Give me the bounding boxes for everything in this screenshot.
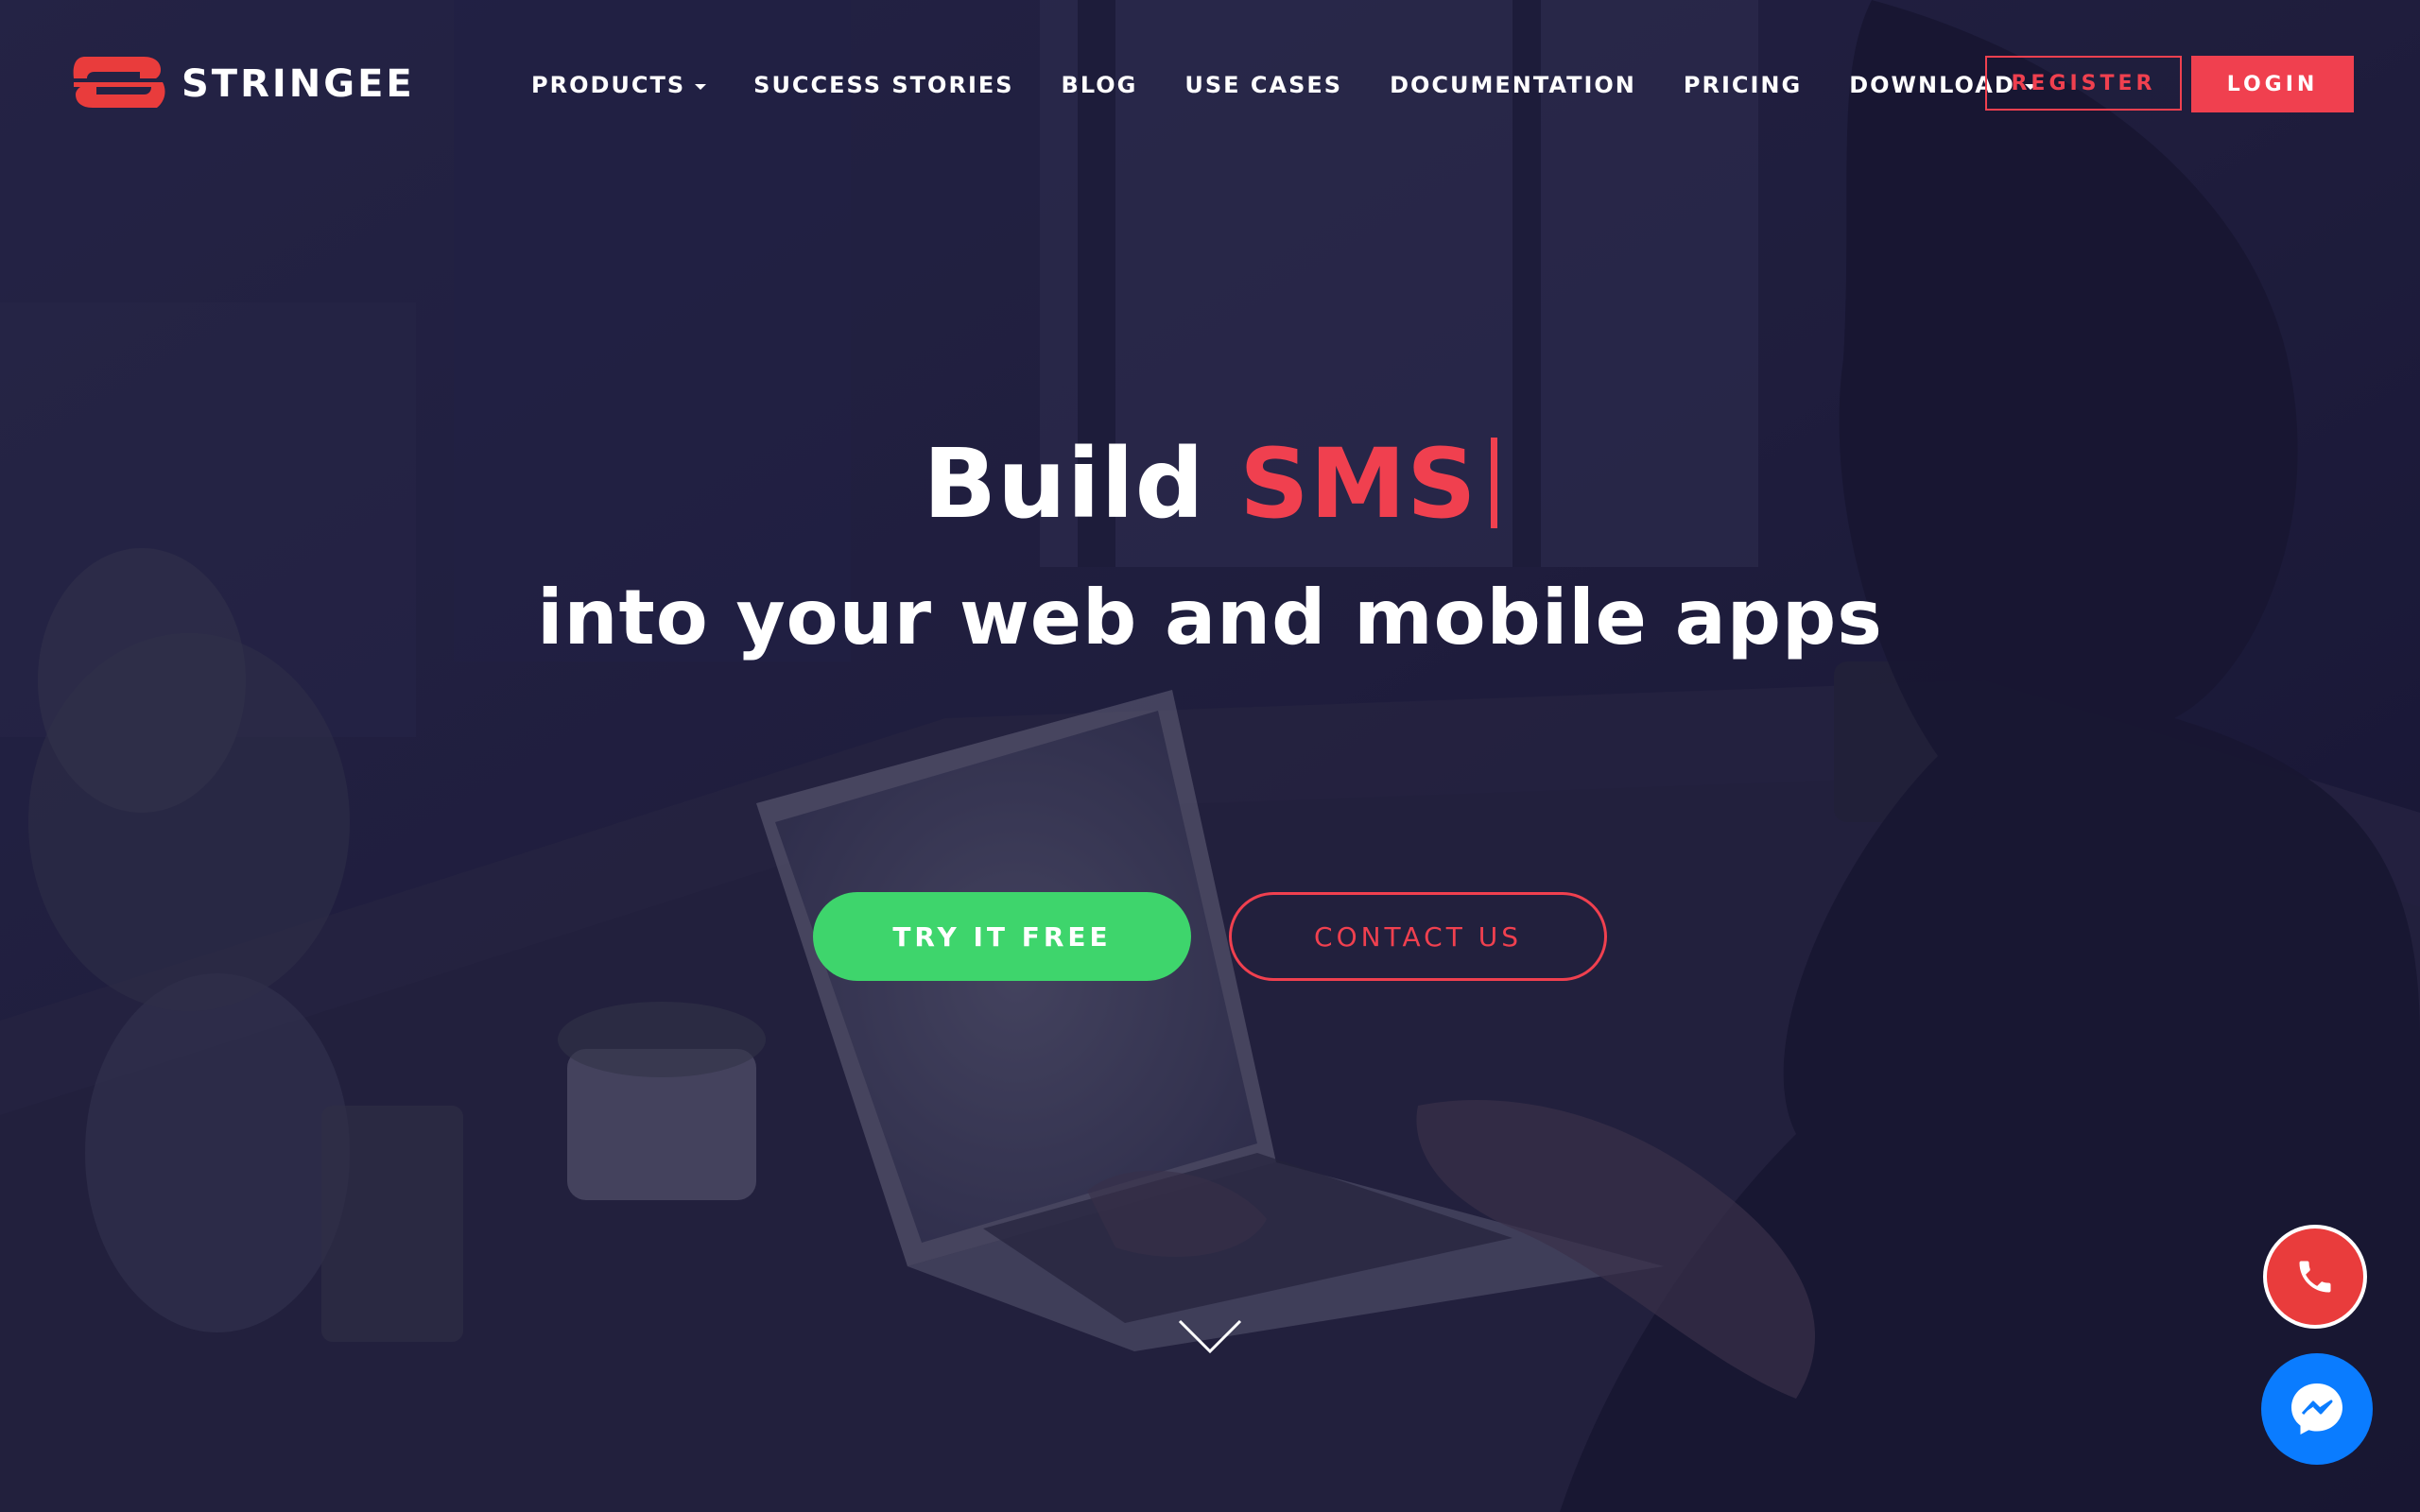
- try-it-free-button[interactable]: TRY IT FREE: [813, 892, 1191, 981]
- nav-item-label: DOCUMENTATION: [1390, 72, 1636, 98]
- messenger-icon: [2291, 1383, 2342, 1435]
- nav-item-label: PRODUCTS: [531, 72, 686, 98]
- nav-item-label: USE CASES: [1184, 72, 1343, 98]
- nav-item-label: SUCCESS STORIES: [753, 72, 1014, 98]
- hero-headline: Build SMS: [0, 423, 2420, 546]
- main-navigation: PRODUCTS SUCCESS STORIES BLOG USE CASES …: [531, 64, 2036, 106]
- nav-item-pricing[interactable]: PRICING: [1684, 72, 1802, 98]
- stringee-logo-icon: [73, 57, 165, 108]
- messenger-chat-button[interactable]: [2261, 1353, 2373, 1465]
- call-button[interactable]: [2267, 1228, 2363, 1325]
- typing-cursor: [1490, 438, 1497, 528]
- nav-item-products[interactable]: PRODUCTS: [531, 72, 707, 98]
- brand-logo[interactable]: STRINGEE: [66, 51, 415, 117]
- nav-item-blog[interactable]: BLOG: [1062, 72, 1138, 98]
- chevron-down-icon[interactable]: [1176, 1315, 1244, 1357]
- contact-us-button[interactable]: CONTACT US: [1229, 892, 1607, 981]
- hero-section: STRINGEE PRODUCTS SUCCESS STORIES BLOG U…: [0, 0, 2420, 1512]
- nav-item-use-cases[interactable]: USE CASES: [1184, 72, 1342, 98]
- brand-name: STRINGEE: [182, 62, 415, 106]
- nav-item-label: BLOG: [1061, 72, 1138, 98]
- headline-prefix: Build: [923, 428, 1205, 541]
- nav-item-success-stories[interactable]: SUCCESS STORIES: [753, 72, 1013, 98]
- nav-item-documentation[interactable]: DOCUMENTATION: [1390, 72, 1636, 98]
- caret-down-icon: [695, 84, 707, 90]
- register-button[interactable]: REGISTER: [1985, 56, 2182, 111]
- nav-item-label: PRICING: [1683, 72, 1803, 98]
- login-button[interactable]: LOGIN: [2191, 56, 2354, 112]
- headline-highlight: SMS: [1239, 428, 1478, 541]
- background-photo: [0, 0, 2420, 1512]
- hero-subheadline: into your web and mobile apps: [537, 574, 1883, 662]
- phone-icon: [2299, 1261, 2331, 1293]
